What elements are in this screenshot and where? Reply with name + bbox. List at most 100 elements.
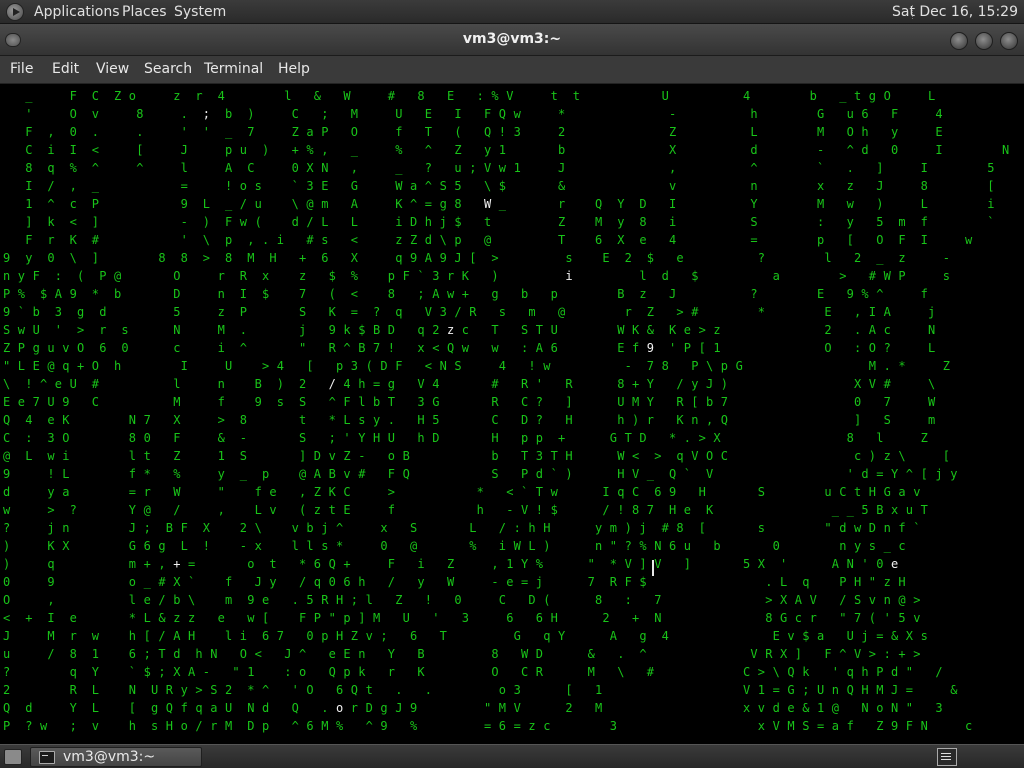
matrix-glyph: z [713, 323, 721, 337]
matrix-glyph: g [380, 701, 388, 715]
matrix-glyph: D [380, 359, 388, 373]
matrix-glyph: e [269, 485, 277, 499]
matrix-glyph: j [47, 521, 55, 535]
system-menu[interactable]: System [174, 4, 226, 20]
matrix-glyph: ) [202, 215, 211, 229]
matrix-glyph: e [683, 323, 692, 337]
matrix-glyph: 9 [47, 575, 55, 589]
matrix-glyph: F [891, 107, 899, 121]
menu-file[interactable]: File [10, 61, 33, 77]
places-menu[interactable]: Places [122, 4, 167, 20]
matrix-glyph: # [91, 233, 100, 247]
matrix-glyph: T [491, 323, 499, 337]
taskbar-item-terminal[interactable]: vm3@vm3:~ [30, 747, 202, 767]
matrix-glyph: ; [469, 161, 477, 175]
minimize-button[interactable] [950, 32, 968, 50]
menu-search[interactable]: Search [144, 61, 192, 77]
matrix-glyph: w [447, 287, 455, 301]
matrix-glyph: 1 [817, 701, 825, 715]
matrix-glyph: W [883, 269, 891, 283]
matrix-glyph: V [743, 683, 751, 697]
matrix-glyph: > [757, 665, 766, 679]
maximize-button[interactable] [975, 32, 993, 50]
matrix-glyph: e [17, 395, 26, 409]
matrix-glyph: q [417, 323, 425, 337]
matrix-glyph: < [424, 359, 433, 373]
matrix-glyph: H [165, 719, 174, 733]
menu-help[interactable]: Help [278, 61, 310, 77]
menu-terminal[interactable]: Terminal [204, 61, 263, 77]
matrix-glyph: ` [683, 467, 692, 481]
matrix-glyph: H [550, 611, 558, 625]
matrix-glyph: P [3, 719, 11, 733]
matrix-glyph: 1 [91, 647, 100, 661]
matrix-glyph: ' [432, 611, 440, 625]
matrix-glyph: T [550, 449, 558, 463]
menu-edit[interactable]: Edit [52, 61, 79, 77]
matrix-glyph: # [661, 521, 669, 535]
matrix-glyph: E [32, 359, 40, 373]
matrix-glyph: . [854, 323, 862, 337]
matrix-glyph: \ [928, 377, 936, 391]
matrix-glyph: P [313, 611, 322, 625]
matrix-glyph: c [173, 341, 181, 355]
matrix-glyph: ` [913, 521, 921, 535]
applications-menu[interactable]: Applications [34, 4, 120, 20]
matrix-glyph: ! [528, 359, 536, 373]
matrix-glyph: 1 [713, 341, 721, 355]
matrix-glyph: 3 [935, 701, 943, 715]
matrix-glyph: a [410, 179, 418, 193]
matrix-glyph: 4 [498, 359, 507, 373]
matrix-glyph: > [913, 593, 921, 607]
window-titlebar[interactable]: vm3@vm3:~ [0, 24, 1024, 56]
matrix-glyph: ) [876, 197, 884, 211]
matrix-glyph: N [439, 359, 447, 373]
matrix-glyph: _ [646, 467, 655, 481]
matrix-glyph: U [550, 323, 558, 337]
matrix-glyph: L [91, 683, 100, 697]
matrix-glyph: = [521, 575, 529, 589]
matrix-glyph: F [402, 269, 410, 283]
matrix-glyph: E [935, 125, 943, 139]
matrix-glyph: M [225, 719, 233, 733]
matrix-glyph: 6 [313, 557, 322, 571]
matrix-glyph: 2 [624, 251, 632, 265]
matrix-glyph: O [91, 359, 100, 373]
matrix-glyph: * [299, 557, 307, 571]
matrix-glyph: E [772, 629, 780, 643]
matrix-glyph: , [247, 233, 255, 247]
matrix-glyph: 8 [136, 107, 144, 121]
matrix-glyph: n [750, 179, 758, 193]
matrix-glyph: . [617, 647, 625, 661]
show-desktop-icon[interactable] [4, 749, 22, 765]
matrix-glyph: % [491, 89, 499, 103]
matrix-glyph: Q [484, 125, 492, 139]
gnome-foot-icon[interactable] [6, 3, 24, 21]
matrix-glyph: s [920, 629, 928, 643]
matrix-glyph: ' [343, 431, 351, 445]
matrix-glyph: = [188, 557, 196, 571]
menu-view[interactable]: View [96, 61, 129, 77]
matrix-glyph: i [669, 215, 677, 229]
terminal-area[interactable]: _ F C Zo z r 4 l & W #8 E:% Vt t U 4 b _ t g O L ' Ov 8.; b) C; M U E… [0, 84, 1024, 744]
matrix-glyph: 5 [743, 557, 751, 571]
matrix-glyph: t [365, 683, 373, 697]
workspace-switcher-icon[interactable] [937, 748, 957, 766]
matrix-glyph: 8 [69, 647, 77, 661]
matrix-glyph: ; [158, 665, 166, 679]
matrix-glyph: Q [165, 701, 174, 715]
matrix-glyph: F [69, 89, 77, 103]
matrix-glyph: 0 [854, 395, 862, 409]
matrix-glyph: ! [202, 539, 211, 553]
matrix-glyph: \ [69, 251, 77, 265]
matrix-glyph: ] [91, 251, 100, 265]
matrix-glyph: & [217, 431, 225, 445]
matrix-glyph: ? [69, 503, 77, 517]
matrix-glyph: X [173, 665, 181, 679]
clock[interactable]: Sat Dec 16, 15:29 [892, 4, 1018, 20]
matrix-glyph: u [846, 107, 854, 121]
matrix-glyph: g [158, 539, 166, 553]
matrix-glyph: [ [920, 467, 928, 481]
matrix-glyph: . [136, 125, 144, 139]
close-button[interactable] [1000, 32, 1018, 50]
